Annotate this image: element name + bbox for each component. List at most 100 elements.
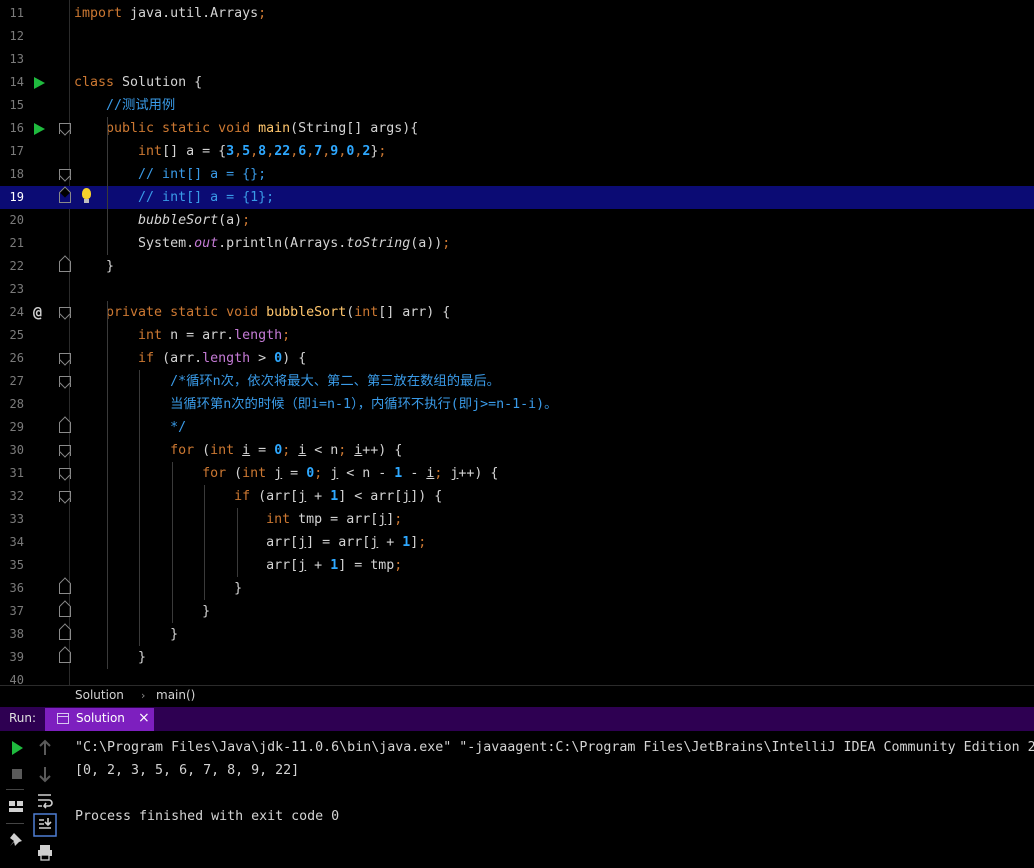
code-token: ; [314,466,331,481]
indent-guide [204,485,205,600]
line-number: 17 [9,144,24,158]
run-tab-solution[interactable]: Solution × [45,708,154,731]
code-line[interactable]: 33 int tmp = arr[j]; [0,508,1034,531]
scroll-end-icon[interactable] [33,813,57,837]
run-icon[interactable] [34,77,45,89]
breadcrumb-class[interactable]: Solution [75,688,124,702]
fold-icon[interactable] [59,123,71,134]
fold-icon[interactable] [59,169,71,180]
breadcrumb-method[interactable]: main() [156,688,195,702]
code-line[interactable]: 40 [0,669,1034,685]
code-token: Solution { [122,75,203,90]
code-token: = [250,443,275,458]
close-tab-icon[interactable]: × [138,710,150,726]
line-number: 34 [9,535,24,549]
code-line[interactable]: 21 System.out.println(Arrays.toString(a)… [0,232,1034,255]
code-line[interactable]: 20 bubbleSort(a); [0,209,1034,232]
code-line[interactable]: 25 int n = arr.length; [0,324,1034,347]
code-token: (arr[ [258,489,299,504]
up-arrow-icon[interactable] [34,737,56,759]
indent-guide [107,117,108,255]
code-line[interactable]: 19 // int[] a = {1}; [0,186,1034,209]
code-line[interactable]: 36 } [0,577,1034,600]
code-line[interactable]: 18 // int[] a = {}; [0,163,1034,186]
code-line[interactable]: 31 for (int j = 0; j < n - 1 - i; j++) { [0,462,1034,485]
code-token: class [74,75,123,90]
fold-icon[interactable] [59,376,71,387]
code-token: ; [282,328,291,343]
run-icon[interactable] [34,123,45,135]
code-token: ] = arr[ [306,535,371,550]
fold-icon[interactable] [59,261,71,272]
code-line[interactable]: 32 if (arr[j + 1] < arr[j]) { [0,485,1034,508]
code-line[interactable]: 37 } [0,600,1034,623]
code-token: ; [442,236,451,251]
line-number: 18 [9,167,24,181]
code-line[interactable]: 29 */ [0,416,1034,439]
layout-icon[interactable] [5,795,27,817]
line-number: 24 [9,305,24,319]
code-editor[interactable]: 11 import java.util.Arrays; 12 13 14 class So… [0,0,1034,685]
code-token: length [234,328,283,343]
code-line[interactable]: 12 [0,25,1034,48]
fold-icon[interactable] [59,606,71,617]
code-line[interactable]: 24 @ private static void bubbleSort(int[]… [0,301,1034,324]
code-token: , [234,144,243,159]
indent-guide [172,462,173,623]
console-line: "C:\Program Files\Java\jdk-11.0.6\bin\ja… [75,740,1034,755]
code-line[interactable]: 16 public static void main(String[] args… [0,117,1034,140]
print-icon[interactable] [34,841,56,863]
fold-icon[interactable] [59,353,71,364]
pin-icon[interactable] [5,829,27,851]
code-token: ( [234,466,243,481]
code-line[interactable]: 23 [0,278,1034,301]
fold-icon[interactable] [59,491,71,502]
line-number: 30 [9,443,24,457]
code-line[interactable]: 26 if (arr.length > 0) { [0,347,1034,370]
code-text: for (int i = 0; i < n; i++) { [74,439,402,462]
fold-icon[interactable] [59,583,71,594]
code-line[interactable]: 35 arr[j + 1] = tmp; [0,554,1034,577]
fold-icon[interactable] [59,307,71,318]
code-line[interactable]: 27 /*循环n次，依次将最大、第二、第三放在数组的最后。 [0,370,1034,393]
fold-icon[interactable] [59,422,71,433]
code-token: 0 [274,443,283,458]
soft-wrap-icon[interactable] [34,789,56,811]
fold-icon[interactable] [59,192,71,203]
code-line[interactable]: 14 class Solution { [0,71,1034,94]
code-line[interactable]: 30 for (int i = 0; i < n; i++) { [0,439,1034,462]
indent-guide [139,370,140,646]
line-number: 31 [9,466,24,480]
code-token: toString [346,236,411,251]
console-output[interactable]: "C:\Program Files\Java\jdk-11.0.6\bin\ja… [75,736,1034,828]
code-line[interactable]: 28 当循环第n次的时候（即i=n-1），内循环不执行(即j>=n-1-i)。 [0,393,1034,416]
code-line[interactable]: 13 [0,48,1034,71]
code-token: 5 [242,144,251,159]
fold-icon[interactable] [59,629,71,640]
code-text: /*循环n次，依次将最大、第二、第三放在数组的最后。 [74,370,500,393]
at-icon[interactable]: @ [33,301,42,324]
code-line[interactable]: 38 } [0,623,1034,646]
code-line[interactable]: 34 arr[j] = arr[j + 1]; [0,531,1034,554]
code-line[interactable]: 15 //测试用例 [0,94,1034,117]
fold-icon[interactable] [59,468,71,479]
line-number: 37 [9,604,24,618]
fold-icon[interactable] [59,652,71,663]
line-number: 25 [9,328,24,342]
code-token: private static void [74,305,267,320]
code-line[interactable]: 11 import java.util.Arrays; [0,2,1034,25]
code-line[interactable]: 39 } [0,646,1034,669]
code-token: ; [394,512,403,527]
code-token: java.util.Arrays [130,6,259,21]
code-token: j [298,489,307,504]
stop-icon[interactable] [6,763,28,785]
code-token: } [74,581,243,596]
line-number: 13 [9,52,24,66]
code-line[interactable]: 17 int[] a = {3,5,8,22,6,7,9,0,2}; [0,140,1034,163]
down-arrow-icon[interactable] [34,763,56,785]
code-line[interactable]: 22 } [0,255,1034,278]
code-token: 0 [274,351,283,366]
fold-icon[interactable] [59,445,71,456]
rerun-icon[interactable] [6,737,28,759]
